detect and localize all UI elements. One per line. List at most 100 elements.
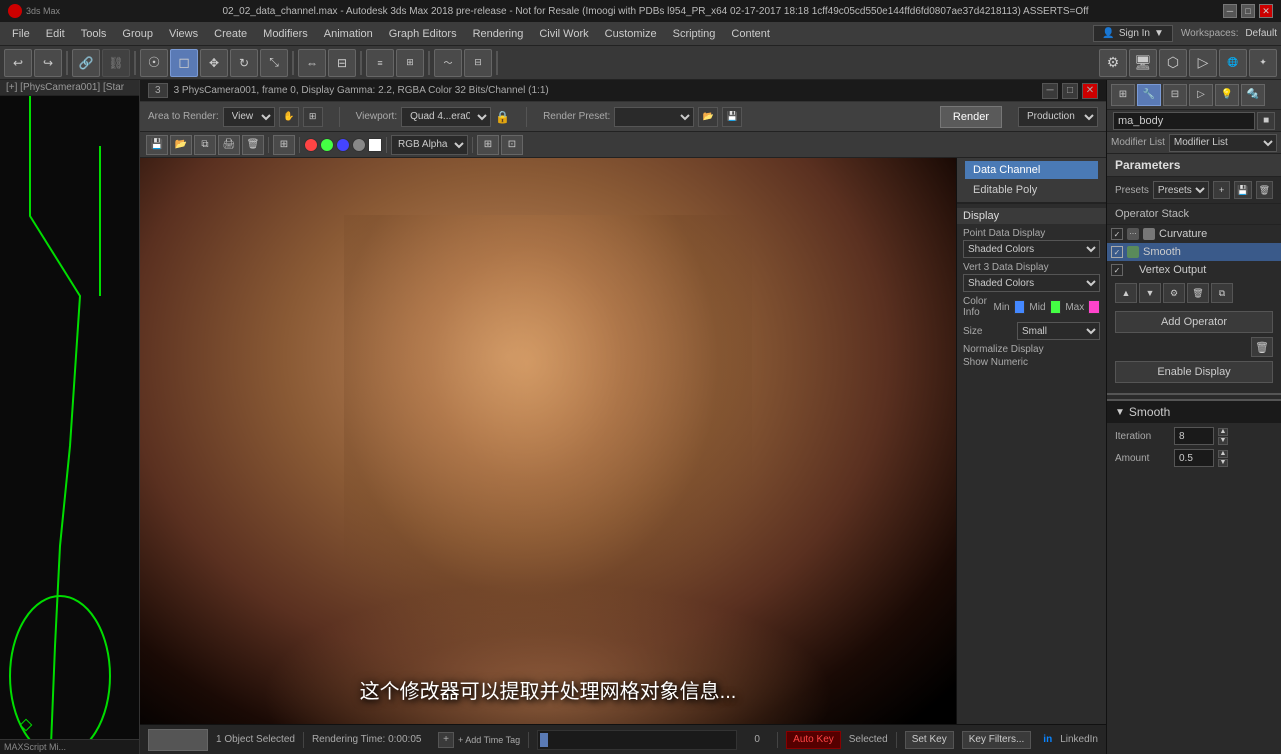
render-window-close[interactable]: ✕ <box>1082 83 1098 99</box>
op-delete-button[interactable]: 🗑 <box>1187 283 1209 303</box>
display-toggle-button[interactable]: ⊞ <box>477 135 499 155</box>
vertex3d-dropdown[interactable]: Shaded Colors <box>963 274 1100 292</box>
op-settings-button[interactable]: ⚙ <box>1163 283 1185 303</box>
color-swatch-red[interactable] <box>304 138 318 152</box>
clone-render-button[interactable]: ⧉ <box>194 135 216 155</box>
set-key-button[interactable]: Set Key <box>905 731 954 749</box>
save-render-button[interactable]: 💾 <box>146 135 168 155</box>
motion-tab-icon[interactable]: ▷ <box>1189 84 1213 106</box>
render-button[interactable]: Render <box>940 106 1002 128</box>
presets-dropdown[interactable]: Presets <box>1153 181 1209 199</box>
amount-input[interactable] <box>1174 449 1214 467</box>
link-button[interactable]: 🔗 <box>72 49 100 77</box>
add-operator-button[interactable]: Add Operator <box>1115 311 1273 333</box>
curvature-checkbox[interactable]: ✓ <box>1111 228 1123 240</box>
move-button[interactable]: ✥ <box>200 49 228 77</box>
color-swatch-white[interactable] <box>368 138 382 152</box>
modify-tab-icon[interactable]: 🔧 <box>1137 84 1161 106</box>
menu-create[interactable]: Create <box>206 26 255 42</box>
preset-save-icon[interactable]: 💾 <box>722 107 742 127</box>
render-setup-button[interactable]: 🖥 <box>1129 49 1157 77</box>
select-button[interactable]: ☉ <box>140 49 168 77</box>
lock-icon[interactable]: 🔒 <box>495 110 510 124</box>
menu-modifiers[interactable]: Modifiers <box>255 26 316 42</box>
key-filters-button[interactable]: Key Filters... <box>962 731 1032 749</box>
presets-save-icon[interactable]: 💾 <box>1234 181 1251 199</box>
menu-group[interactable]: Group <box>114 26 161 42</box>
dc-item-editable-poly[interactable]: Editable Poly <box>965 181 1098 199</box>
color-swatch-alpha[interactable] <box>352 138 366 152</box>
op-move-up-button[interactable]: ▲ <box>1115 283 1137 303</box>
menu-content[interactable]: Content <box>723 26 778 42</box>
iteration-input[interactable] <box>1174 427 1214 445</box>
color-swatch-blue[interactable] <box>336 138 350 152</box>
menu-file[interactable]: File <box>4 26 38 42</box>
add-time-icon[interactable]: + <box>438 732 454 748</box>
delete-render-button[interactable]: 🗑 <box>242 135 264 155</box>
rotate-button[interactable]: ↻ <box>230 49 258 77</box>
layer-button[interactable]: ≡ <box>366 49 394 77</box>
render-window-minimize[interactable]: ─ <box>1042 83 1058 99</box>
undo-button[interactable]: ↩ <box>4 49 32 77</box>
amount-down[interactable]: ▼ <box>1218 459 1228 467</box>
minimize-button[interactable]: ─ <box>1223 4 1237 18</box>
material-editor-button[interactable]: ⬡ <box>1159 49 1187 77</box>
menu-views[interactable]: Views <box>161 26 206 42</box>
modifier-list-dropdown[interactable]: Modifier List <box>1169 134 1277 152</box>
enable-display-button[interactable]: Enable Display <box>1115 361 1273 383</box>
preset-load-icon[interactable]: 📂 <box>698 107 718 127</box>
sign-in-button[interactable]: 👤 Sign In ▼ <box>1093 25 1173 42</box>
op-move-down-button[interactable]: ▼ <box>1139 283 1161 303</box>
vertex-output-checkbox[interactable]: ✓ <box>1111 264 1123 276</box>
environment-button[interactable]: 🌐 <box>1219 49 1247 77</box>
manage-scene-button[interactable]: ⊞ <box>396 49 424 77</box>
menu-graph-editors[interactable]: Graph Editors <box>381 26 465 42</box>
menu-tools[interactable]: Tools <box>73 26 115 42</box>
dc-item-data-channel[interactable]: Data Channel <box>965 161 1098 179</box>
min-color-swatch[interactable] <box>1014 300 1026 314</box>
scale-button[interactable]: ⤡ <box>260 49 288 77</box>
menu-civil-work[interactable]: Civil Work <box>531 26 596 42</box>
dope-sheet-button[interactable]: ⊟ <box>464 49 492 77</box>
render-area-icon[interactable]: ✋ <box>279 107 299 127</box>
mirror-button[interactable]: ⇔ <box>298 49 326 77</box>
render-area-icon2[interactable]: ⊞ <box>303 107 323 127</box>
close-button[interactable]: ✕ <box>1259 4 1273 18</box>
effects-button[interactable]: ✦ <box>1249 49 1277 77</box>
selected-color-swatch[interactable] <box>148 729 208 751</box>
menu-animation[interactable]: Animation <box>316 26 381 42</box>
unlink-button[interactable]: ⛓ <box>102 49 130 77</box>
left-viewport-content[interactable] <box>0 96 139 739</box>
redo-button[interactable]: ↪ <box>34 49 62 77</box>
select-region-button[interactable]: ◻ <box>170 49 198 77</box>
maximize-button[interactable]: □ <box>1241 4 1255 18</box>
menu-scripting[interactable]: Scripting <box>665 26 724 42</box>
print-render-button[interactable]: 🖨 <box>218 135 240 155</box>
display-tab-icon[interactable]: 💡 <box>1215 84 1239 106</box>
align-button[interactable]: ⊟ <box>328 49 356 77</box>
hierarchy-tab-icon[interactable]: ⊟ <box>1163 84 1187 106</box>
open-render-button[interactable]: 📂 <box>170 135 192 155</box>
op-item-smooth[interactable]: ✓ Smooth <box>1107 243 1281 261</box>
size-dropdown[interactable]: Small Medium Large <box>1017 322 1100 340</box>
viewport-dropdown[interactable]: Quad 4...era001 <box>401 107 491 127</box>
render-button-toolbar[interactable]: ▷ <box>1189 49 1217 77</box>
curve-editor-button[interactable]: 〜 <box>434 49 462 77</box>
menu-customize[interactable]: Customize <box>597 26 665 42</box>
timeline[interactable] <box>537 730 737 750</box>
mid-color-swatch[interactable] <box>1050 300 1062 314</box>
presets-new-icon[interactable]: + <box>1213 181 1230 199</box>
point-data-dropdown[interactable]: Shaded Colors <box>963 240 1100 258</box>
smooth-checkbox[interactable]: ✓ <box>1111 246 1123 258</box>
op-item-curvature[interactable]: ✓ ⋯ Curvature <box>1107 225 1281 243</box>
preset-dropdown[interactable] <box>614 107 694 127</box>
create-tab-icon[interactable]: ⊞ <box>1111 84 1135 106</box>
max-color-swatch[interactable] <box>1088 300 1100 314</box>
area-to-render-dropdown[interactable]: View <box>223 107 275 127</box>
iteration-down[interactable]: ▼ <box>1218 437 1228 445</box>
menu-rendering[interactable]: Rendering <box>465 26 532 42</box>
toggle-render-button[interactable]: ⊞ <box>273 135 295 155</box>
menu-edit[interactable]: Edit <box>38 26 73 42</box>
op-item-vertex-output[interactable]: ✓ Vertex Output <box>1107 261 1281 279</box>
color-box-button[interactable]: ■ <box>1257 112 1275 130</box>
